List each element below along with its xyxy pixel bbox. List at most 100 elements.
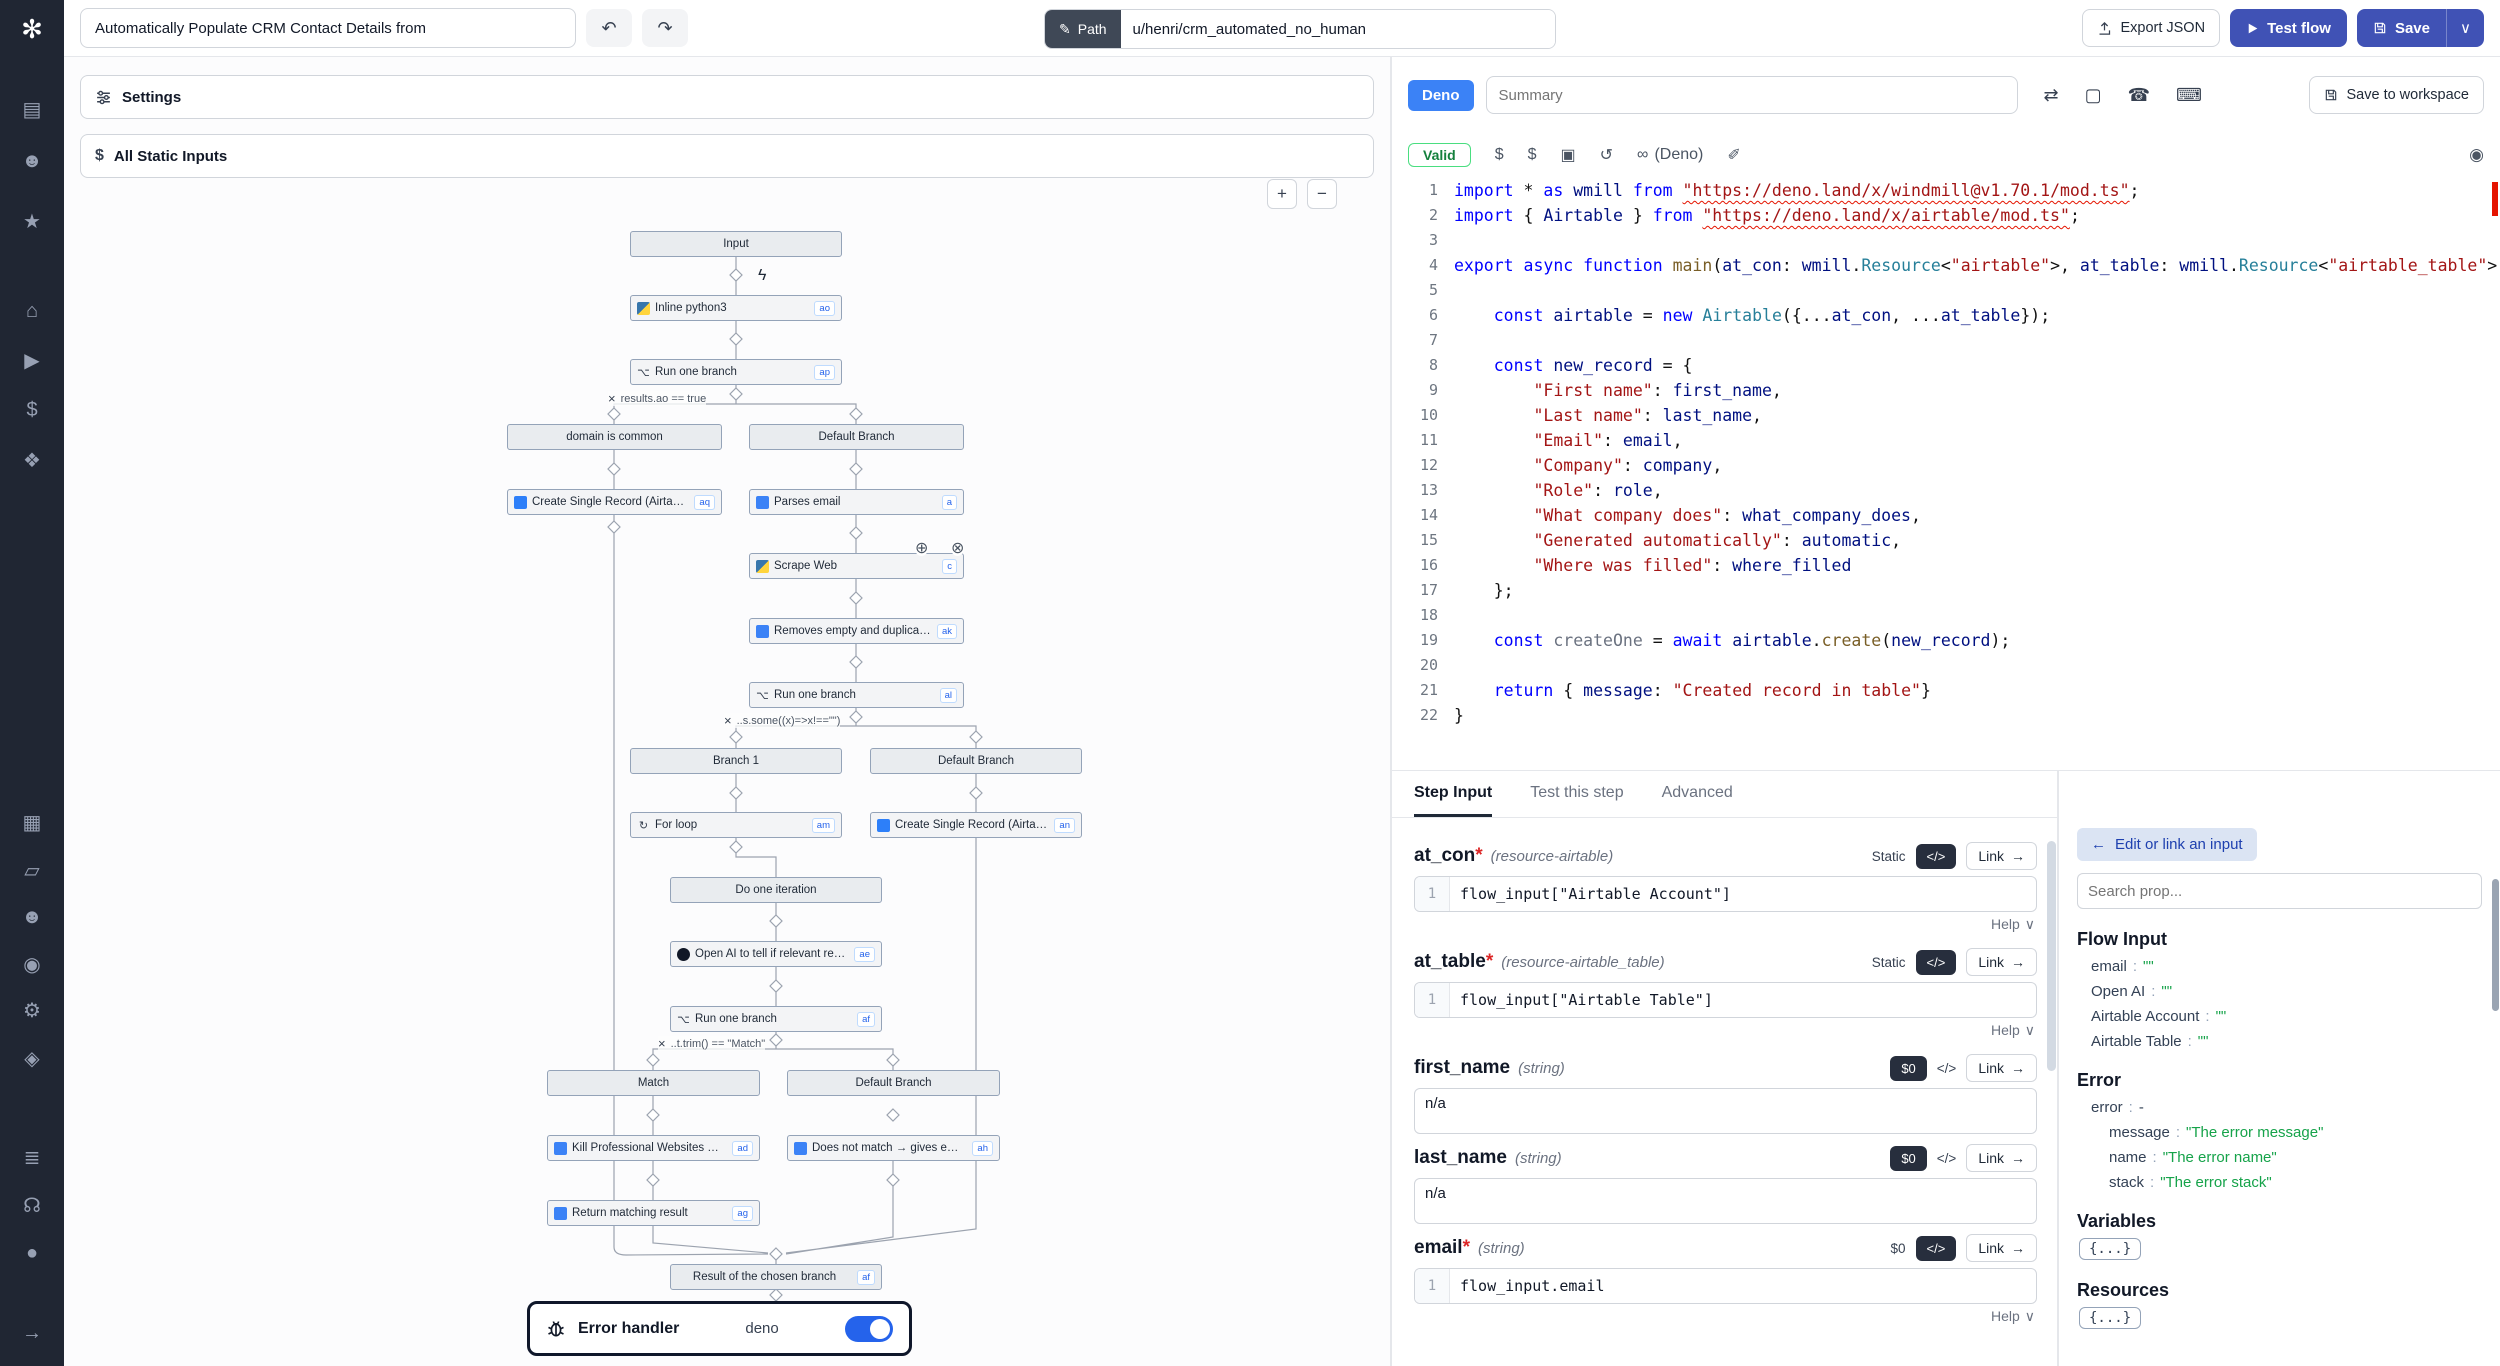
last_name-link-button[interactable]: Link→ bbox=[1966, 1144, 2037, 1172]
tab-advanced[interactable]: Advanced bbox=[1662, 771, 1733, 817]
github-icon[interactable]: ● bbox=[0, 1238, 64, 1268]
prop-entry-name[interactable]: name:"The error name" bbox=[2077, 1149, 2482, 1166]
prop-entry-email[interactable]: email:"" bbox=[2077, 958, 2482, 975]
flow-node-result-of-the-chosen-branch-af[interactable]: Result of the chosen branchaf bbox=[670, 1264, 882, 1290]
test-flow-button[interactable]: Test flow bbox=[2230, 9, 2347, 47]
flow-node-run-one-branch-af[interactable]: ⌥Run one branchaf bbox=[670, 1006, 882, 1032]
summary-input[interactable] bbox=[1486, 76, 2018, 114]
save-dropdown-button[interactable]: ∨ bbox=[2446, 9, 2484, 47]
prop-search-input[interactable] bbox=[2077, 873, 2482, 909]
variables-dollar-icon[interactable]: $ bbox=[0, 395, 64, 425]
undo-button[interactable]: ↶ bbox=[586, 9, 632, 47]
flow-settings-button[interactable]: Settings bbox=[80, 75, 1374, 119]
docs-book-icon[interactable]: ≣ bbox=[0, 1143, 64, 1173]
remove-step-icon[interactable]: ⊗ bbox=[951, 541, 964, 556]
flow-node-removes-empty-and-duplicates-ak[interactable]: Removes empty and duplicatesak bbox=[749, 618, 964, 644]
variable-dollar-icon[interactable]: $ bbox=[1495, 146, 1504, 164]
phone-icon[interactable]: ☎ bbox=[2128, 85, 2150, 106]
error-handler-node[interactable]: Error handler deno bbox=[527, 1301, 912, 1356]
redo-button[interactable]: ↷ bbox=[642, 9, 688, 47]
last_name-static-toggle[interactable]: $0 bbox=[1890, 1146, 1926, 1171]
flow-title-input[interactable] bbox=[80, 8, 576, 48]
scrollbar-thumb[interactable] bbox=[2047, 841, 2056, 1071]
flow-node-default-branch[interactable]: Default Branch bbox=[749, 424, 964, 450]
inline-code-input[interactable]: 1flow_input.email bbox=[1414, 1268, 2037, 1304]
flow-node-branch-1[interactable]: Branch 1 bbox=[630, 748, 842, 774]
flow-node-return-matching-result-ag[interactable]: Return matching resultag bbox=[547, 1200, 760, 1226]
at_table-static-toggle[interactable]: Static bbox=[1872, 955, 1906, 970]
email-code-toggle[interactable]: </> bbox=[1916, 1236, 1957, 1261]
reset-icon[interactable]: ↺ bbox=[1600, 145, 1613, 165]
save-to-workspace-button[interactable]: Save to workspace bbox=[2309, 76, 2484, 114]
braces-badge-resources[interactable]: {...} bbox=[2079, 1307, 2141, 1329]
language-badge[interactable]: Deno bbox=[1408, 80, 1474, 111]
remove-condition-icon[interactable]: × bbox=[658, 1036, 666, 1051]
settings-gear-icon[interactable]: ⚙ bbox=[0, 996, 64, 1026]
zoom-in-button[interactable]: + bbox=[1267, 179, 1297, 209]
at_con-link-button[interactable]: Link→ bbox=[1966, 842, 2037, 870]
flow-node-kill-professional-websites-mentions-ad[interactable]: Kill Professional Websites mentionsad bbox=[547, 1135, 760, 1161]
flow-canvas[interactable]: InputInline python3ao⌥Run one branchapdo… bbox=[64, 57, 1390, 1366]
windmill-logo[interactable]: ✻ bbox=[0, 14, 64, 44]
flow-node-create-single-record-airtable-aq[interactable]: Create Single Record (Airtable)aq bbox=[507, 489, 722, 515]
discord-icon[interactable]: ☊ bbox=[0, 1191, 64, 1221]
last_name-code-toggle[interactable]: </> bbox=[1937, 1151, 1957, 1166]
resource-dollar-icon[interactable]: $ bbox=[1528, 146, 1537, 164]
sync-arrows-icon[interactable]: ⇄ bbox=[2044, 85, 2059, 106]
prop-entry-airtable-table[interactable]: Airtable Table:"" bbox=[2077, 1033, 2482, 1050]
flow-node-match[interactable]: Match bbox=[547, 1070, 760, 1096]
first_name-link-button[interactable]: Link→ bbox=[1966, 1054, 2037, 1082]
home-icon[interactable]: ⌂ bbox=[0, 296, 64, 326]
tab-step-input[interactable]: Step Input bbox=[1414, 771, 1492, 817]
schedules-calendar-icon[interactable]: ▦ bbox=[0, 808, 64, 838]
workers-icon[interactable]: ◈ bbox=[0, 1044, 64, 1074]
prop-entry-open-ai[interactable]: Open AI:"" bbox=[2077, 983, 2482, 1000]
at_con-static-toggle[interactable]: Static bbox=[1872, 849, 1906, 864]
email-static-toggle[interactable]: $0 bbox=[1890, 1241, 1905, 1256]
prop-entry-airtable-account[interactable]: Airtable Account:"" bbox=[2077, 1008, 2482, 1025]
error-handler-toggle[interactable] bbox=[845, 1316, 893, 1342]
workspace-icon[interactable]: ▤ bbox=[0, 95, 64, 125]
help-link[interactable]: Help∨ bbox=[1414, 916, 2035, 938]
flow-node-scrape-web-c[interactable]: Scrape Webc bbox=[749, 553, 964, 579]
folders-icon[interactable]: ▱ bbox=[0, 856, 64, 886]
inline-code-input[interactable]: 1flow_input["Airtable Account"] bbox=[1414, 876, 2037, 912]
groups-users-icon[interactable]: ☻ bbox=[0, 902, 64, 932]
clipboard-icon[interactable]: ▣ bbox=[1561, 145, 1576, 165]
format-brush-icon[interactable]: ✐ bbox=[1727, 145, 1740, 165]
insert-step-icon[interactable]: ⊕ bbox=[915, 541, 928, 556]
flow-node-does-not-match-gives-empty-value-ah[interactable]: Does not match → gives empty valueah bbox=[787, 1135, 1000, 1161]
static-value-input[interactable]: n/a bbox=[1414, 1088, 2037, 1134]
braces-badge-variables[interactable]: {...} bbox=[2079, 1238, 2141, 1260]
flow-node-inline-python3-ao[interactable]: Inline python3ao bbox=[630, 295, 842, 321]
edit-or-link-input-button[interactable]: ← Edit or link an input bbox=[2077, 828, 2257, 861]
email-link-button[interactable]: Link→ bbox=[1966, 1234, 2037, 1262]
eye-icon[interactable]: ◉ bbox=[2469, 145, 2484, 165]
flow-node-input[interactable]: Input bbox=[630, 231, 842, 257]
flow-node-domain-is-common[interactable]: domain is common bbox=[507, 424, 722, 450]
all-static-inputs-button[interactable]: $ All Static Inputs bbox=[80, 134, 1374, 178]
remove-condition-icon[interactable]: × bbox=[724, 713, 732, 728]
help-link[interactable]: Help∨ bbox=[1414, 1308, 2035, 1330]
edit-path-button[interactable]: ✎ Path bbox=[1045, 10, 1121, 48]
flow-node-open-ai-to-tell-if-relevant-result-ae[interactable]: Open AI to tell if relevant resultae bbox=[670, 941, 882, 967]
user-icon[interactable]: ☻ bbox=[0, 146, 64, 176]
flow-node-default-branch[interactable]: Default Branch bbox=[787, 1070, 1000, 1096]
flow-node-parses-email-a[interactable]: Parses emaila bbox=[749, 489, 964, 515]
prop-entry-message[interactable]: message:"The error message" bbox=[2077, 1124, 2482, 1141]
flow-node-do-one-iteration[interactable]: Do one iteration bbox=[670, 877, 882, 903]
square-icon[interactable]: ▢ bbox=[2085, 85, 2102, 106]
static-value-input[interactable]: n/a bbox=[1414, 1178, 2037, 1224]
inline-code-input[interactable]: 1flow_input["Airtable Table"] bbox=[1414, 982, 2037, 1018]
prop-entry-error[interactable]: error:- bbox=[2077, 1099, 2482, 1116]
code-editor[interactable]: 1import * as wmill from "https://deno.la… bbox=[1392, 178, 2500, 770]
prop-entry-stack[interactable]: stack:"The error stack" bbox=[2077, 1174, 2482, 1191]
first_name-code-toggle[interactable]: </> bbox=[1937, 1061, 1957, 1076]
zoom-out-button[interactable]: − bbox=[1307, 179, 1337, 209]
runs-play-icon[interactable]: ▶ bbox=[0, 346, 64, 376]
tab-test-this-step[interactable]: Test this step bbox=[1530, 771, 1623, 817]
flow-node-default-branch[interactable]: Default Branch bbox=[870, 748, 1082, 774]
flow-node-create-single-record-airtable-an[interactable]: Create Single Record (Airtable)an bbox=[870, 812, 1082, 838]
save-button[interactable]: Save bbox=[2357, 9, 2446, 47]
help-link[interactable]: Help∨ bbox=[1414, 1022, 2035, 1044]
